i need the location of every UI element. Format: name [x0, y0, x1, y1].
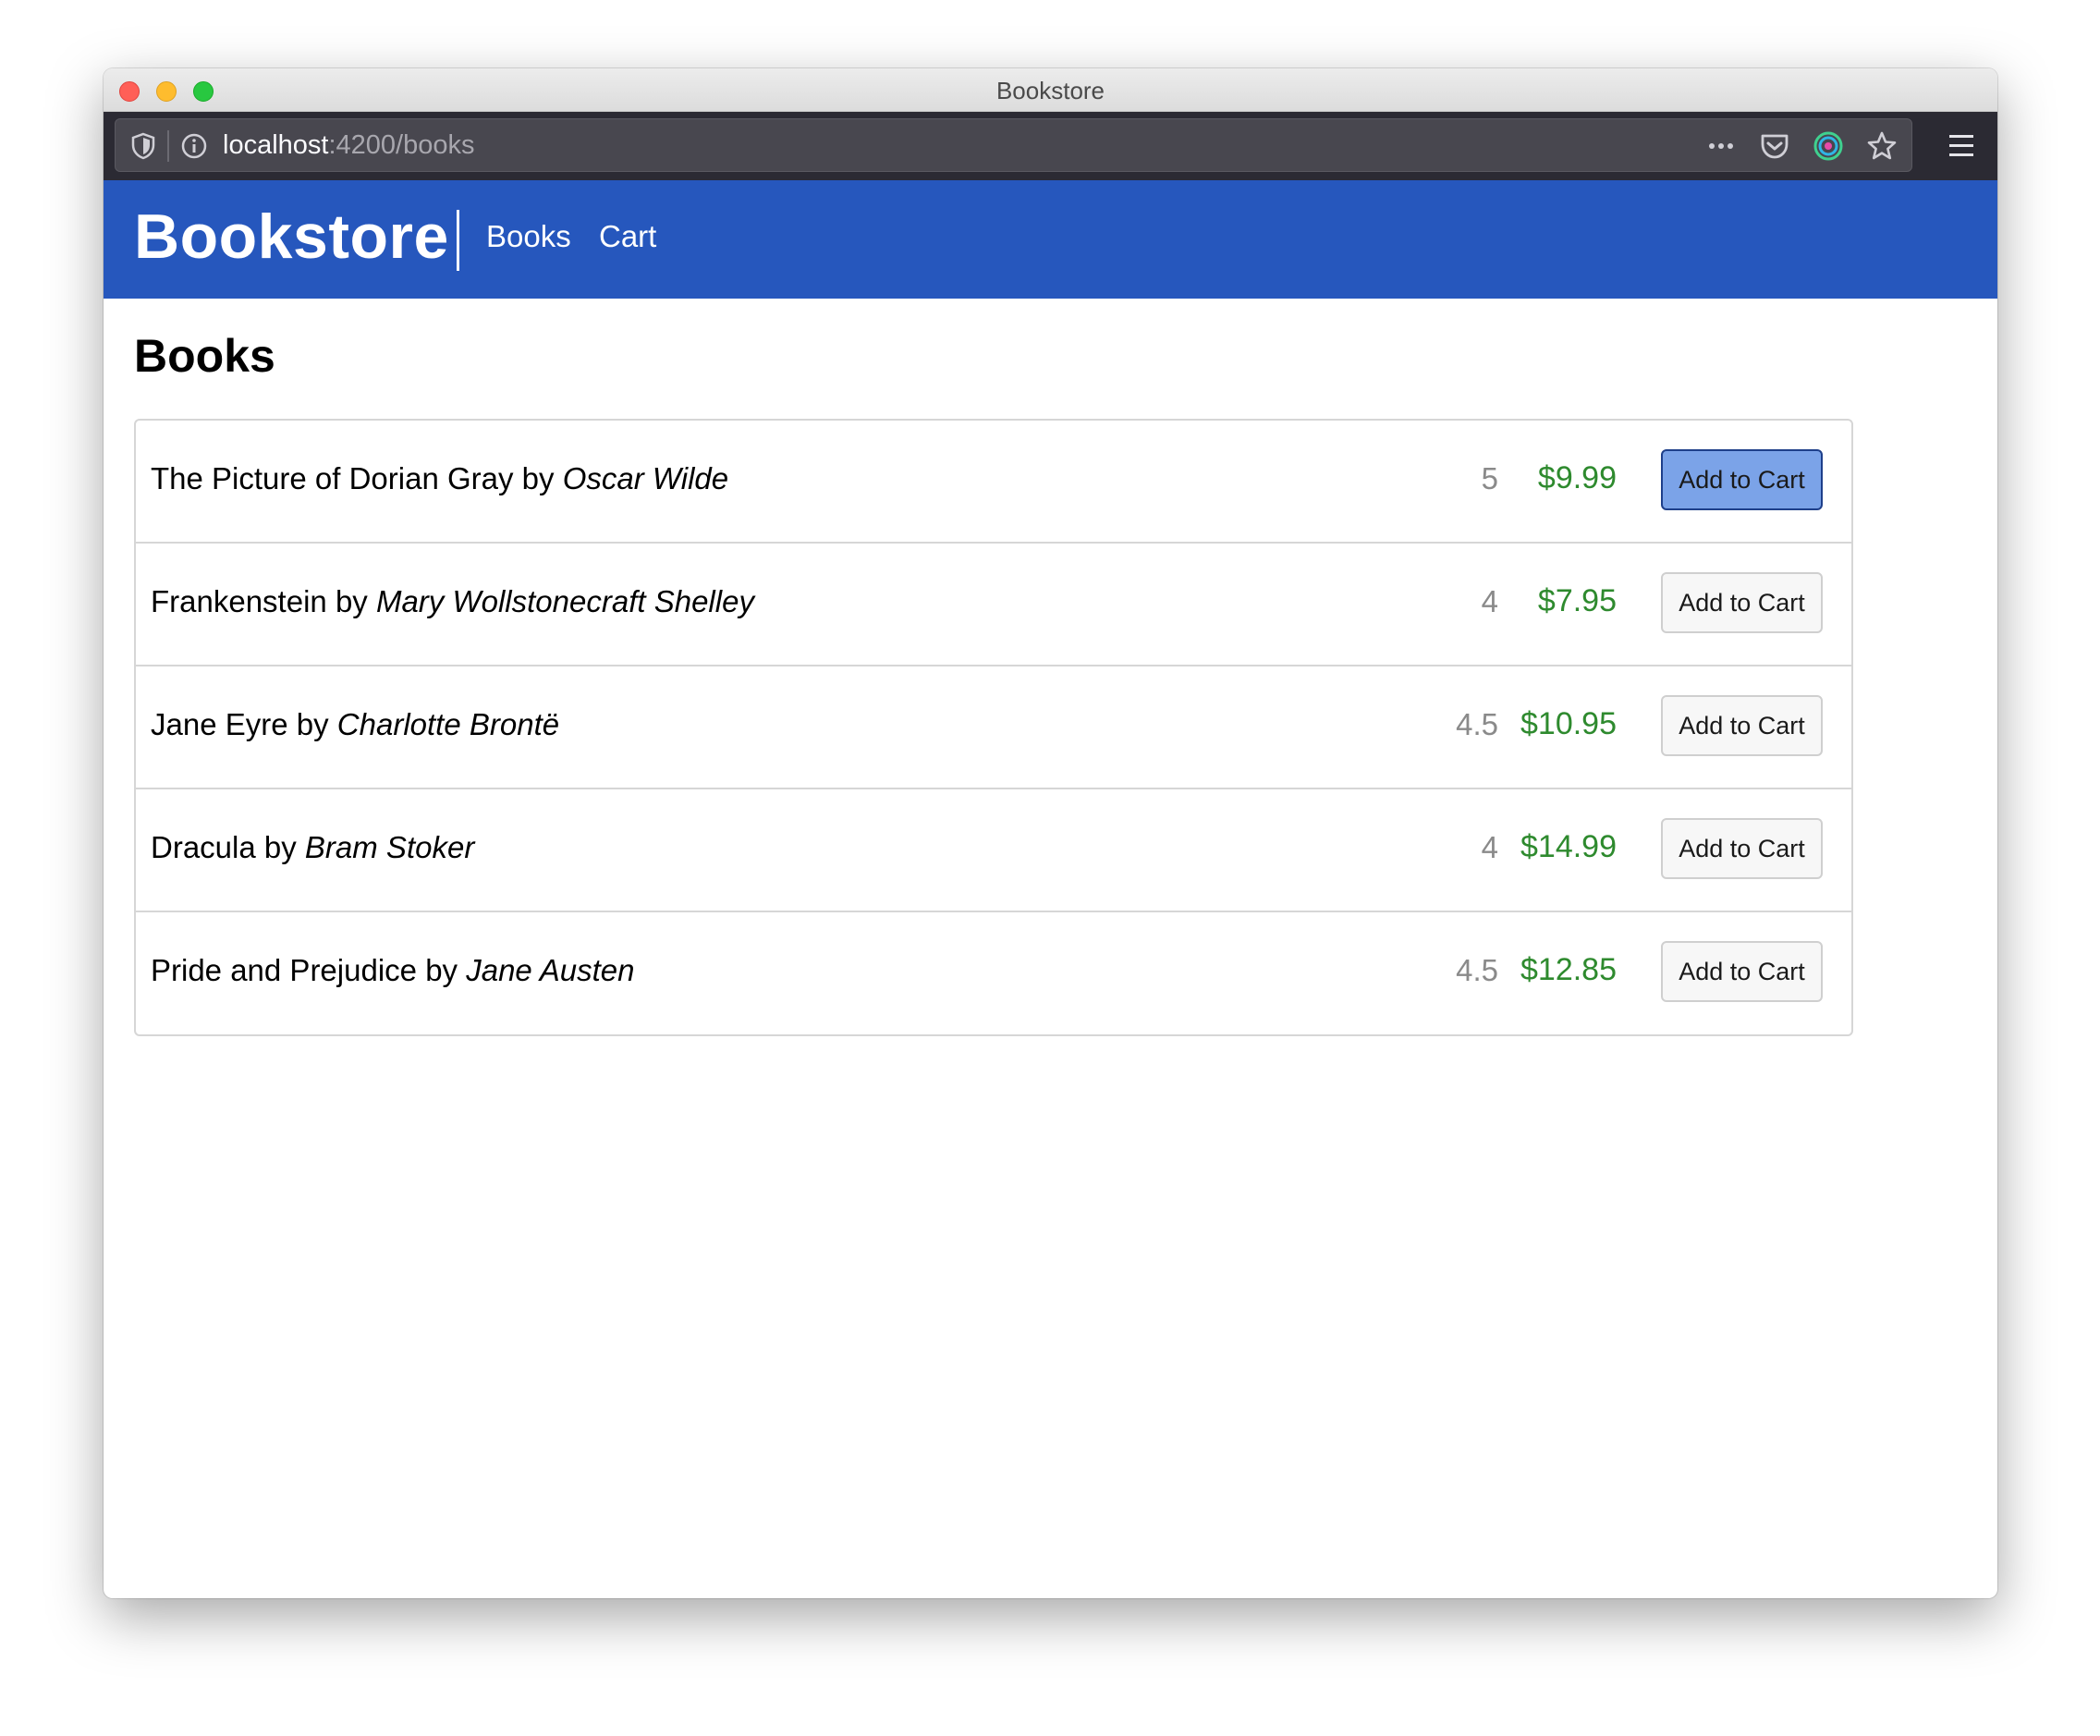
book-rating: 4: [1481, 584, 1498, 618]
book-price: $14.99: [1520, 829, 1617, 864]
book-rating: 4.5: [1456, 707, 1498, 741]
brand-separator: [457, 210, 459, 271]
book-author: Jane Austen: [466, 953, 635, 987]
add-to-cart-button[interactable]: Add to Cart: [1661, 941, 1823, 1002]
book-price: $10.95: [1520, 706, 1617, 741]
add-to-cart-button[interactable]: Add to Cart: [1661, 572, 1823, 633]
window-title: Bookstore: [995, 77, 1105, 104]
book-author: Charlotte Brontë: [336, 707, 560, 741]
brand-logo[interactable]: Bookstore: [134, 201, 449, 273]
book-rating: 5: [1481, 461, 1498, 495]
add-to-cart-button[interactable]: Add to Cart: [1661, 449, 1823, 510]
address-bar[interactable]: localhost:4200/books: [115, 118, 1912, 172]
book-title: Jane Eyre: [151, 707, 288, 741]
book-by: by: [335, 584, 368, 618]
title-bar: Bookstore: [104, 68, 1997, 112]
book-row: Pride and Prejudice by Jane Austen 4.5 $…: [136, 912, 1851, 1034]
book-row: Frankenstein by Mary Wollstonecraft Shel…: [136, 544, 1851, 666]
book-title: The Picture of Dorian Gray: [151, 461, 514, 495]
book-title: Frankenstein: [151, 584, 327, 618]
book-description: Frankenstein by Mary Wollstonecraft Shel…: [151, 584, 754, 619]
add-to-cart-button[interactable]: Add to Cart: [1661, 695, 1823, 756]
book-row: Jane Eyre by Charlotte Brontë 4.5 $10.95…: [136, 666, 1851, 789]
book-price: $12.85: [1520, 952, 1617, 987]
url-text[interactable]: localhost:4200/books: [223, 130, 474, 161]
book-price: $9.99: [1537, 460, 1617, 495]
shield-icon[interactable]: [130, 132, 156, 160]
more-icon[interactable]: [1704, 129, 1738, 163]
page-title: Books: [134, 330, 275, 382]
book-by: by: [263, 830, 297, 864]
book-description: Dracula by Bram Stoker: [151, 830, 474, 865]
address-bar-divider: [167, 130, 169, 162]
book-author: Mary Wollstonecraft Shelley: [375, 584, 754, 618]
book-price: $7.95: [1537, 583, 1617, 618]
browser-window: Bookstore localhost:4200/books Bookstore…: [104, 68, 1997, 1598]
book-author: Bram Stoker: [304, 830, 475, 864]
pocket-icon[interactable]: [1758, 129, 1791, 163]
book-description: The Picture of Dorian Gray by Oscar Wild…: [151, 461, 728, 496]
book-author: Oscar Wilde: [562, 461, 729, 495]
url-host: localhost: [223, 130, 329, 160]
star-icon[interactable]: [1865, 129, 1899, 163]
nav-link-books[interactable]: Books: [486, 219, 571, 254]
browser-toolbar: localhost:4200/books: [104, 112, 1997, 180]
book-rating: 4: [1481, 830, 1498, 864]
address-bar-actions: [1704, 128, 1899, 164]
book-by: by: [296, 707, 329, 741]
book-by: by: [521, 461, 555, 495]
book-rating: 4.5: [1456, 953, 1498, 987]
info-icon[interactable]: [180, 132, 208, 160]
book-title: Pride and Prejudice: [151, 953, 418, 987]
book-list: The Picture of Dorian Gray by Oscar Wild…: [134, 419, 1853, 1036]
add-to-cart-button[interactable]: Add to Cart: [1661, 818, 1823, 879]
hamburger-menu-icon[interactable]: [1946, 130, 1979, 162]
book-description: Pride and Prejudice by Jane Austen: [151, 953, 634, 988]
app-navbar: Bookstore Books Cart: [104, 180, 1997, 299]
book-row: Dracula by Bram Stoker 4 $14.99 Add to C…: [136, 789, 1851, 912]
extension-icon[interactable]: [1812, 129, 1845, 163]
nav-link-cart[interactable]: Cart: [599, 219, 656, 254]
url-path: :4200/books: [328, 130, 475, 160]
book-row: The Picture of Dorian Gray by Oscar Wild…: [136, 421, 1851, 544]
book-title: Dracula: [151, 830, 256, 864]
book-by: by: [425, 953, 458, 987]
book-description: Jane Eyre by Charlotte Brontë: [151, 707, 559, 742]
